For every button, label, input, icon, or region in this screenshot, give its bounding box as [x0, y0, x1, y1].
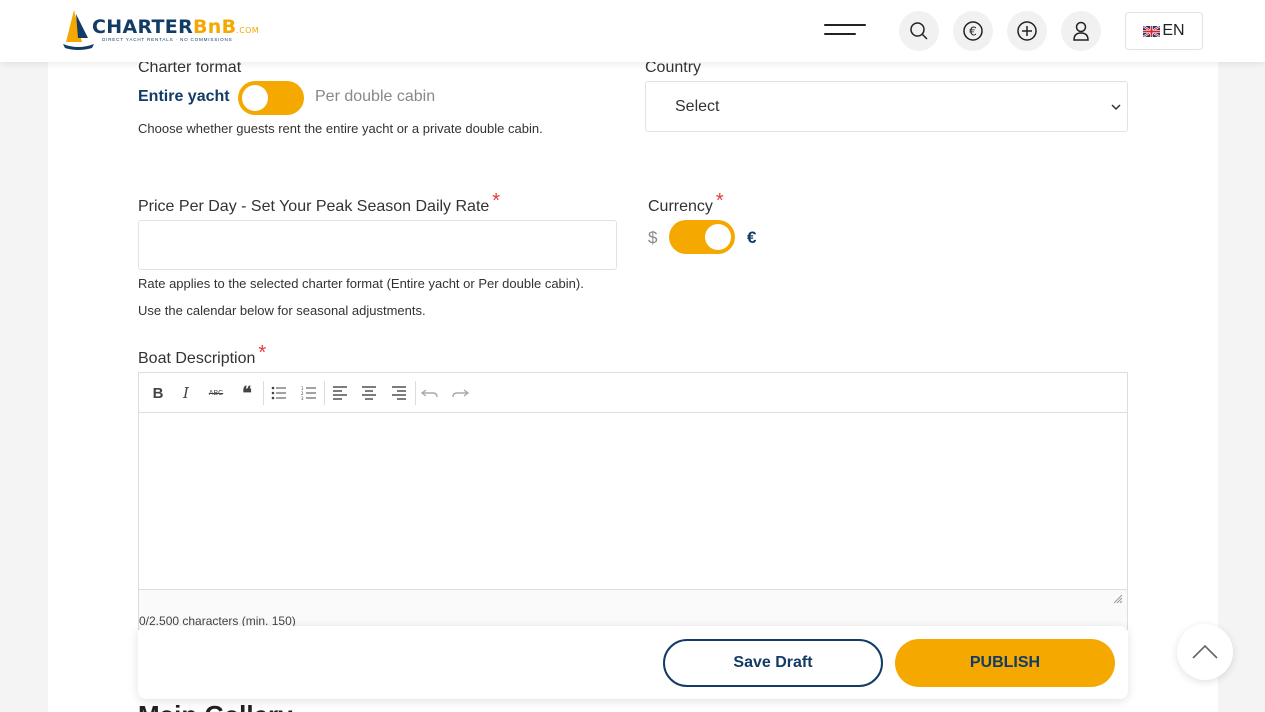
chevron-down-icon	[1111, 104, 1121, 111]
chevron-up-icon	[1192, 644, 1218, 659]
editor-footer: 0/2.500 characters (min. 150)	[139, 589, 1127, 629]
currency-toggle[interactable]	[669, 220, 735, 254]
logo[interactable]: CHARTERBnB.COM DIRECT YACHT RENTALS · NO…	[62, 8, 259, 52]
currency-dollar[interactable]: $	[648, 228, 657, 248]
logo-text: CHARTERBnB.COM	[92, 16, 259, 38]
bold-button[interactable]: B	[147, 383, 169, 403]
italic-button[interactable]: I	[175, 383, 197, 403]
option-entire-yacht[interactable]: Entire yacht	[138, 88, 230, 106]
svg-text:€: €	[969, 25, 977, 39]
editor-toolbar: B I ABC ❝ 123	[139, 373, 1127, 413]
currency-label: Currency *	[648, 190, 724, 215]
site-header: CHARTERBnB.COM DIRECT YACHT RENTALS · NO…	[0, 0, 1265, 62]
main-gallery-heading: Main Gallery	[138, 700, 293, 712]
align-center-icon[interactable]	[358, 383, 380, 403]
action-bar: Save Draft PUBLISH	[138, 626, 1128, 699]
currency-euro[interactable]: €	[747, 228, 756, 248]
menu-icon[interactable]	[824, 22, 866, 40]
undo-icon[interactable]	[419, 383, 441, 403]
language-selector[interactable]: EN	[1125, 12, 1203, 50]
euro-icon[interactable]: €	[953, 11, 993, 51]
sail-logo-icon	[63, 10, 94, 50]
svg-text:3: 3	[301, 396, 304, 400]
charter-format-hint: Choose whether guests rent the entire ya…	[138, 121, 543, 136]
country-select[interactable]: Select	[645, 81, 1128, 132]
user-icon[interactable]	[1061, 11, 1101, 51]
search-icon[interactable]	[899, 11, 939, 51]
price-label: Price Per Day - Set Your Peak Season Dai…	[138, 190, 501, 215]
description-label: Boat Description *	[138, 342, 267, 367]
description-editor: B I ABC ❝ 123 0/2.500 characters (min. 1…	[138, 372, 1128, 630]
logo-tagline: DIRECT YACHT RENTALS · NO COMMISSIONS	[102, 37, 233, 42]
redo-icon[interactable]	[449, 383, 471, 403]
scroll-to-top-button[interactable]	[1177, 624, 1233, 680]
price-hint-2: Use the calendar below for seasonal adju…	[138, 303, 426, 318]
align-right-icon[interactable]	[388, 383, 410, 403]
price-input[interactable]	[138, 220, 617, 270]
quote-button[interactable]: ❝	[236, 383, 258, 403]
charter-format-toggle[interactable]	[238, 81, 304, 115]
save-draft-button[interactable]: Save Draft	[663, 639, 883, 687]
publish-button[interactable]: PUBLISH	[895, 639, 1115, 687]
resize-handle-icon[interactable]	[1113, 594, 1123, 604]
add-icon[interactable]	[1007, 11, 1047, 51]
uk-flag-icon	[1143, 25, 1161, 37]
bullet-list-icon[interactable]	[268, 383, 290, 403]
description-textarea[interactable]	[139, 414, 1127, 589]
option-per-double-cabin[interactable]: Per double cabin	[315, 88, 435, 106]
price-hint-1: Rate applies to the selected charter for…	[138, 276, 584, 291]
language-label: EN	[1162, 22, 1185, 39]
numbered-list-icon[interactable]: 123	[298, 383, 320, 403]
strikethrough-button[interactable]: ABC	[205, 383, 227, 403]
align-left-icon[interactable]	[329, 383, 351, 403]
